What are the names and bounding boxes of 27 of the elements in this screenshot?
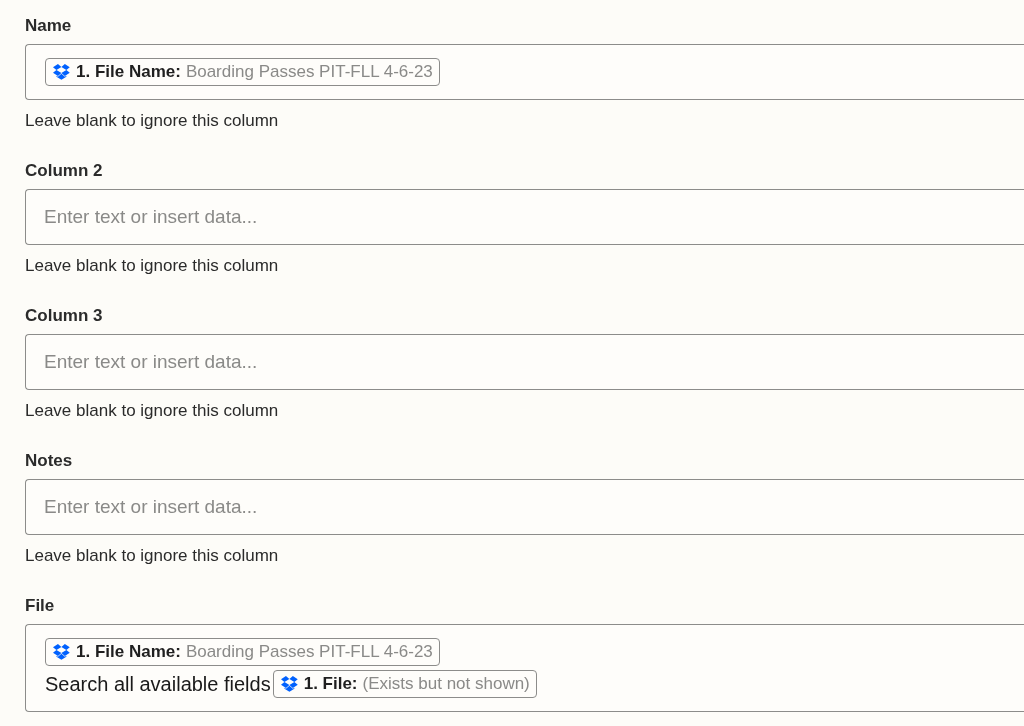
input-field[interactable]: 1. File Name: Boarding Passes PIT-FLL 4-6-23 Search all available fields 1. File: (Exists but not shown): [25, 624, 1024, 712]
field-label: Name: [25, 15, 72, 37]
input-field[interactable]: Enter text or insert data...: [25, 479, 1024, 535]
input-field[interactable]: Enter text or insert data...: [25, 334, 1024, 390]
help-text: Leave blank to ignore this column: [25, 400, 279, 422]
token-key: 1. File Name:: [76, 642, 181, 662]
data-token[interactable]: 1. File Name: Boarding Passes PIT-FLL 4-6-23: [45, 58, 440, 86]
field-label: Column 3: [25, 305, 103, 327]
help-text: Leave blank to ignore this column: [25, 545, 279, 567]
data-token[interactable]: 1. File: (Exists but not shown): [272, 670, 537, 698]
token-key: 1. File Name:: [76, 62, 181, 82]
token-value: Boarding Passes PIT-FLL 4-6-23: [185, 642, 433, 662]
field-label: Notes: [25, 450, 73, 472]
token-value: (Exists but not shown): [362, 674, 530, 694]
help-text: Leave blank to ignore this column: [25, 255, 279, 277]
field-label: File: [25, 595, 55, 617]
app-logo-icon: [280, 676, 298, 692]
field-text: Search all available fields: [45, 672, 271, 696]
help-text: Leave blank to ignore this column: [25, 110, 279, 132]
app-logo-icon: [53, 64, 70, 80]
input-field[interactable]: 1. File Name: Boarding Passes PIT-FLL 4-6-23: [25, 44, 1024, 100]
input-field[interactable]: Enter text or insert data...: [25, 189, 1024, 245]
data-token[interactable]: 1. File Name: Boarding Passes PIT-FLL 4-6-23: [45, 638, 440, 666]
app-logo-icon: [53, 644, 70, 660]
field-label: Column 2: [25, 160, 103, 182]
token-key: 1. File:: [303, 674, 358, 694]
token-value: Boarding Passes PIT-FLL 4-6-23: [185, 62, 433, 82]
